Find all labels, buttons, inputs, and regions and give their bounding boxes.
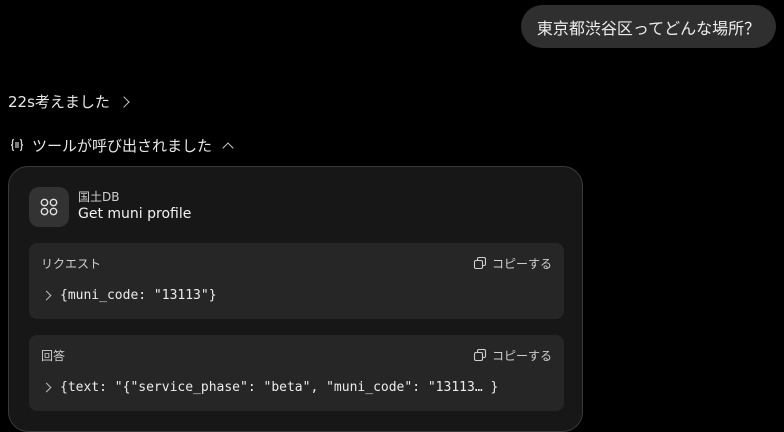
connector-icon bbox=[29, 187, 69, 227]
copy-response-label: コピーする bbox=[491, 348, 552, 363]
thought-toggle[interactable]: 22s考えました bbox=[8, 89, 130, 113]
copy-response-button[interactable]: コピーする bbox=[473, 345, 552, 365]
thought-label: 22s考えました bbox=[8, 92, 110, 111]
chevron-up-icon bbox=[222, 141, 234, 154]
response-panel: 回答 コピーする {text: "{"service_phase": "beta… bbox=[29, 335, 564, 411]
tool-braces-icon bbox=[8, 136, 26, 154]
chevron-right-icon bbox=[41, 382, 52, 392]
tool-name: Get muni profile bbox=[78, 206, 192, 222]
chevron-right-icon bbox=[118, 95, 130, 108]
request-code-text: {muni_code: "13113"} bbox=[60, 287, 217, 303]
tool-call-toggle[interactable]: ツールが呼び出されました bbox=[8, 133, 234, 157]
response-label: 回答 bbox=[41, 349, 66, 363]
response-code-text: {text: "{"service_phase": "beta", "muni_… bbox=[60, 379, 499, 395]
copy-icon bbox=[473, 256, 487, 270]
response-code[interactable]: {text: "{"service_phase": "beta", "muni_… bbox=[41, 377, 499, 397]
copy-request-label: コピーする bbox=[491, 256, 552, 271]
tool-call-label: ツールが呼び出されました bbox=[32, 136, 213, 155]
copy-request-button[interactable]: コピーする bbox=[473, 253, 552, 273]
tool-call-card: 国土DB Get muni profile リクエスト コピーする {muni_… bbox=[8, 166, 583, 432]
request-panel: リクエスト コピーする {muni_code: "13113"} bbox=[29, 243, 564, 319]
request-code[interactable]: {muni_code: "13113"} bbox=[41, 285, 217, 305]
copy-icon bbox=[473, 348, 487, 362]
server-name: 国土DB bbox=[78, 190, 120, 204]
chevron-right-icon bbox=[41, 290, 52, 300]
request-label: リクエスト bbox=[41, 257, 102, 271]
user-message-bubble: 東京都渋谷区ってどんな場所？ bbox=[521, 5, 776, 48]
user-message-text: 東京都渋谷区ってどんな場所？ bbox=[536, 18, 761, 38]
